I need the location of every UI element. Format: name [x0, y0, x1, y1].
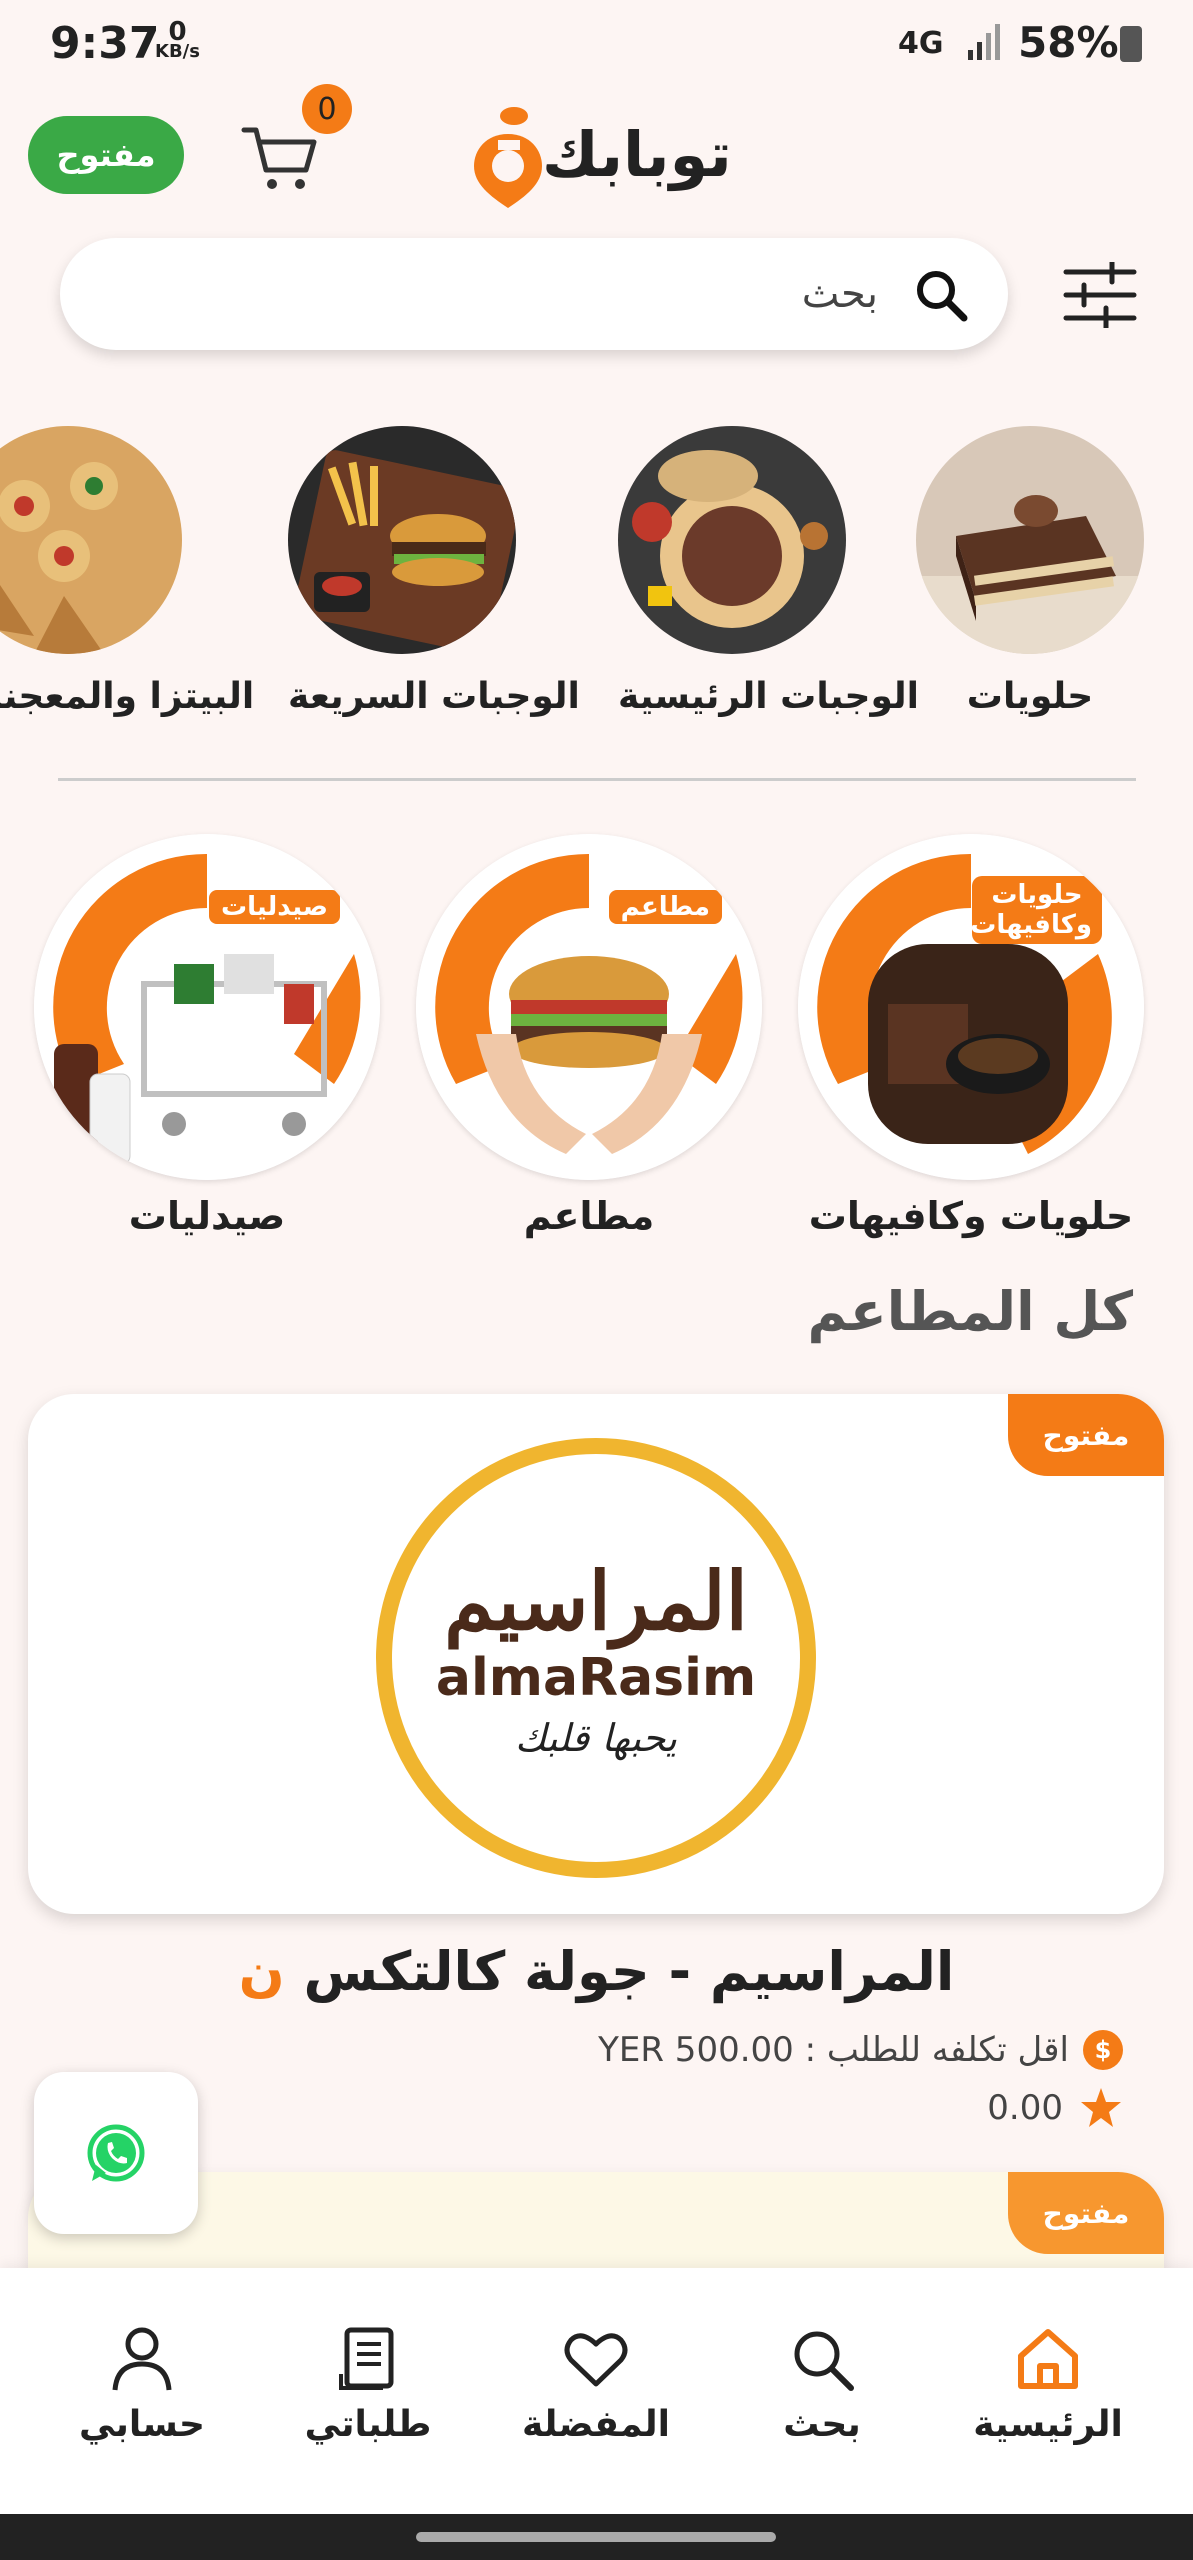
category-main-dishes[interactable]: الوجبات الرئيسية: [618, 426, 919, 717]
service-label: صيدليات: [128, 1194, 286, 1238]
burger-fries-photo-icon: [288, 426, 522, 655]
open-status-button[interactable]: مفتوح: [28, 116, 184, 194]
cart-icon[interactable]: [240, 118, 320, 198]
filter-icon[interactable]: [1062, 262, 1138, 328]
cart-count-badge: 0: [302, 84, 352, 134]
search-bar[interactable]: [60, 238, 1008, 350]
nav-search[interactable]: بحث: [722, 2324, 922, 2445]
nav-label: بحث: [783, 2404, 861, 2445]
category-fast-food[interactable]: الوجبات السريعة: [288, 426, 580, 717]
logo-slogan-text: يحبها قلبك: [515, 1716, 677, 1760]
nav-orders[interactable]: طلباتي: [268, 2324, 468, 2445]
search-icon: [794, 2331, 854, 2391]
service-restaurants[interactable]: مطاعم مطاعم: [416, 834, 762, 1238]
brand-mark-icon: ن: [238, 1940, 285, 2003]
nav-label: الرئيسية: [973, 2404, 1123, 2445]
search-icon[interactable]: [912, 266, 970, 324]
restaurant-card[interactable]: مفتوح المراسيم almaRasim يحبها قلبك: [28, 1394, 1164, 1914]
burger-hands-icon: [416, 834, 762, 1180]
battery-icon: [1120, 26, 1142, 62]
home-icon: [1018, 2329, 1078, 2389]
home-gesture-handle[interactable]: [416, 2532, 776, 2542]
service-label: مطاعم: [523, 1194, 655, 1238]
orders-icon: [339, 2327, 394, 2390]
data-speed-unit: KB/s: [155, 41, 200, 62]
section-divider: [58, 778, 1136, 781]
pharmacies-banner: صيدليات: [34, 834, 380, 1180]
dollar-icon: $: [1083, 2030, 1123, 2070]
category-pizza-pastry[interactable]: البيتزا والمعجنات: [0, 426, 255, 717]
star-icon: [1081, 2088, 1121, 2127]
category-label: البيتزا والمعجنات: [0, 676, 255, 717]
min-order-row: $ اقل تكلفه للطلب : YER 500.00: [598, 2030, 1123, 2070]
status-data-speed: 0 KB/s: [155, 17, 200, 62]
whatsapp-button[interactable]: [34, 2072, 198, 2234]
nav-favorites[interactable]: المفضلة: [496, 2324, 696, 2445]
nav-label: المفضلة: [522, 2404, 670, 2445]
cake-photo-icon: [916, 426, 1144, 654]
rating-value: 0.00: [987, 2088, 1063, 2128]
data-speed-value: 0: [168, 17, 187, 47]
main-dish-photo-icon: [618, 426, 846, 654]
category-label: حلويات: [966, 676, 1094, 717]
nav-label: طلباتي: [304, 2404, 432, 2445]
service-sweets-cafes[interactable]: حلويات وكافيهات حلويات وكافيهات: [798, 834, 1144, 1238]
service-label: حلويات وكافيهات: [808, 1194, 1134, 1238]
min-order-text: اقل تكلفه للطلب : YER 500.00: [598, 2030, 1069, 2070]
service-banner-text: حلويات وكافيهات: [970, 876, 1102, 944]
restaurant-logo: المراسيم almaRasim يحبها قلبك: [372, 1434, 820, 1882]
rating-row: 0.00: [987, 2086, 1123, 2130]
category-label: الوجبات السريعة: [288, 676, 580, 717]
category-label: الوجبات الرئيسية: [618, 676, 919, 717]
battery-percent: 58%: [1018, 18, 1119, 67]
restaurant-name-text: المراسيم - جولة كالتكس: [303, 1940, 955, 2003]
search-input[interactable]: [278, 266, 878, 322]
profile-icon: [112, 2327, 172, 2391]
restaurant-name[interactable]: المراسيم - جولة كالتكس ن: [0, 1940, 1193, 2003]
restaurant-status-badge: مفتوح: [1008, 2172, 1164, 2254]
service-pharmacies[interactable]: صيدليات صيدليات: [34, 834, 380, 1238]
category-sweets[interactable]: حلويات: [916, 426, 1144, 717]
service-banner-text: مطاعم: [608, 890, 722, 924]
logo-arabic-text: المراسيم: [444, 1554, 748, 1648]
status-time: 9:37: [50, 18, 160, 69]
section-title-all-restaurants: كل المطاعم: [807, 1280, 1133, 1343]
logo-text: توبابك: [542, 117, 732, 191]
logo-latin-text: almaRasim: [435, 1648, 757, 1708]
nav-label: حسابي: [78, 2404, 206, 2445]
sweets-cafes-banner: حلويات وكافيهات: [798, 834, 1144, 1180]
restaurant-status-badge: مفتوح: [1008, 1394, 1164, 1476]
restaurants-banner: مطاعم: [416, 834, 762, 1180]
service-banner-text: صيدليات: [208, 890, 340, 924]
nav-home[interactable]: الرئيسية: [948, 2324, 1148, 2445]
network-type: 4G: [898, 26, 944, 61]
whatsapp-icon: [87, 2124, 145, 2182]
logo-mark-icon: [474, 107, 542, 208]
heart-icon: [564, 2333, 628, 2387]
app-logo: توبابك: [462, 96, 742, 212]
nav-profile[interactable]: حسابي: [42, 2324, 242, 2445]
pharmacy-cart-icon: [34, 834, 380, 1180]
bottom-navigation: الرئيسية بحث المفضلة طلباتي حسابي: [0, 2268, 1193, 2514]
pizza-pastry-photo-icon: [0, 426, 182, 654]
signal-icon: [968, 24, 1000, 60]
